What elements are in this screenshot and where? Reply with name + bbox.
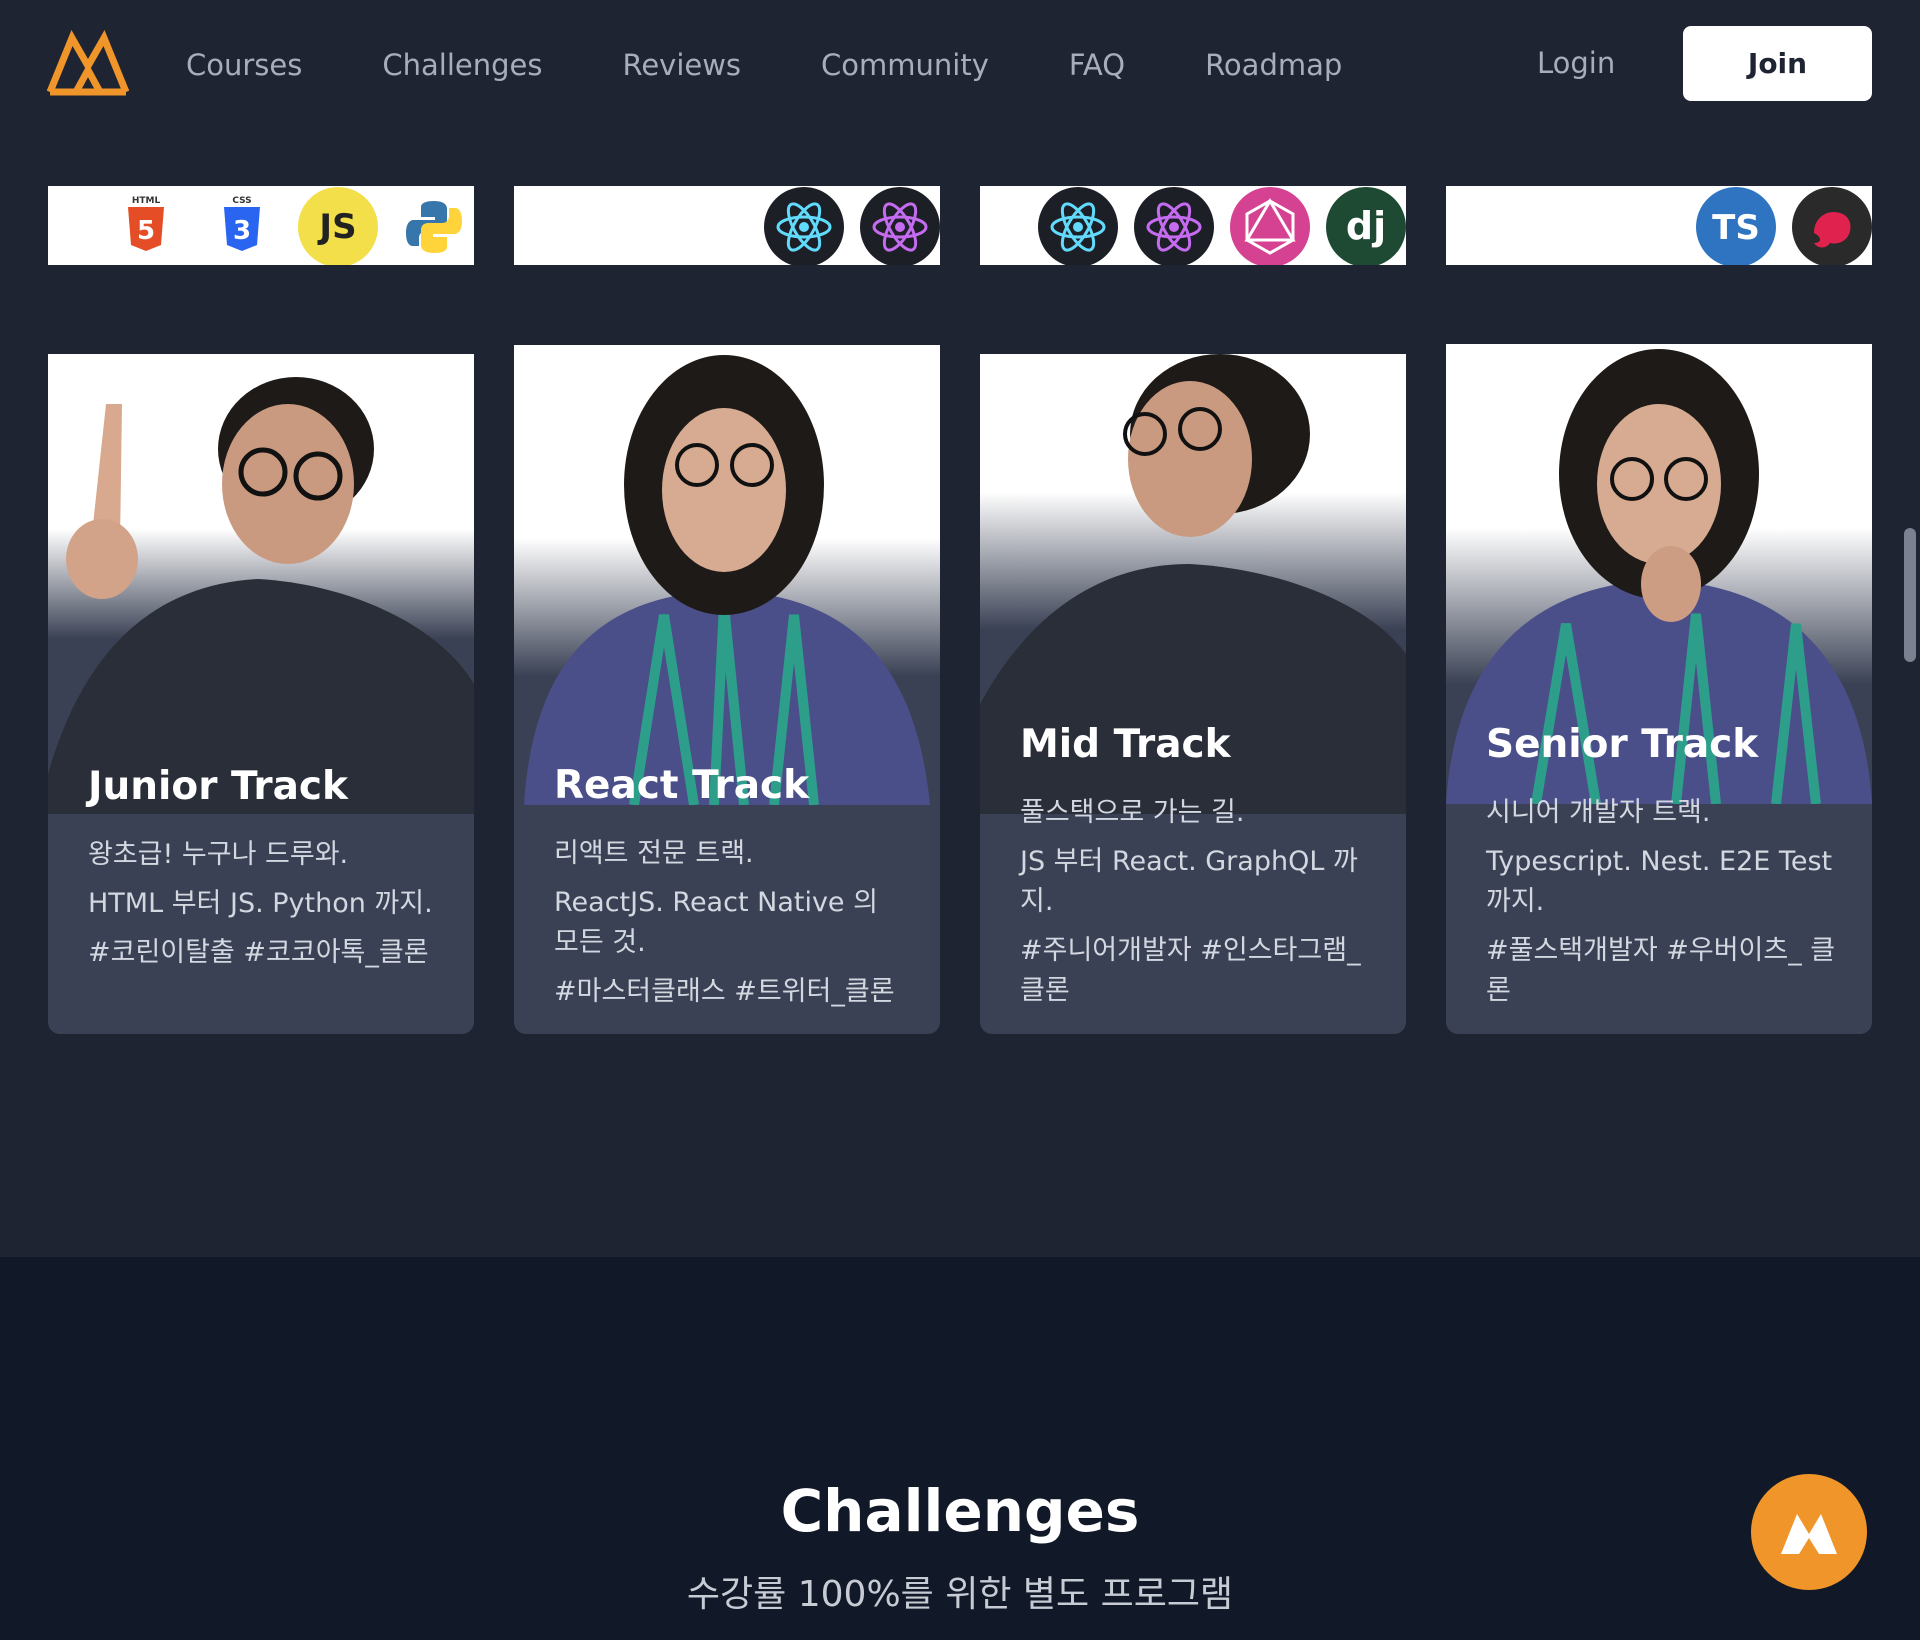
graphql-icon xyxy=(1230,187,1310,265)
track-desc-line: HTML 부터 JS. Python 까지. xyxy=(88,888,433,919)
track-desc-line: 시니어 개발자 트랙. xyxy=(1486,797,1711,828)
track-title: React Track xyxy=(554,763,810,808)
nav-courses[interactable]: Courses xyxy=(186,48,302,82)
join-button[interactable]: Join xyxy=(1683,26,1872,101)
track-hashtags: #코린이탈출 #코코아톡_클론 xyxy=(88,937,429,968)
tech-icon-bar: HTML 5 CSS 3 JS xyxy=(48,186,474,265)
react-native-icon xyxy=(860,187,940,265)
svg-text:3: 3 xyxy=(233,216,251,246)
track-text: Senior Track 시니어 개발자 트랙. Typescript. Nes… xyxy=(1486,722,1836,1020)
track-hashtags: #주니어개발자 #인스타그램_ 클론 xyxy=(1020,935,1361,1006)
track-hashtags: #풀스택개발자 #우버이츠_ 클론 xyxy=(1486,935,1836,1006)
tech-icon-bar: TS xyxy=(1446,186,1872,265)
svg-text:TS: TS xyxy=(1712,208,1760,248)
track-desc-line: ReactJS. React Native 의 모든 것. xyxy=(554,887,878,958)
tech-icon-bar: dj xyxy=(980,186,1406,265)
svg-text:dj: dj xyxy=(1346,204,1386,248)
page-scrollbar[interactable] xyxy=(1904,528,1916,662)
track-card-junior[interactable]: Junior Track 왕초급! 누구나 드루와. HTML 부터 JS. P… xyxy=(48,354,474,1034)
section-subtitle: 수강률 100%를 위한 별도 프로그램 xyxy=(686,1574,1234,1615)
typescript-icon: TS xyxy=(1696,187,1776,265)
svg-text:5: 5 xyxy=(137,216,155,246)
javascript-icon: JS xyxy=(298,187,378,265)
challenges-section: Challenges 수강률 100%를 위한 별도 프로그램 xyxy=(0,1257,1920,1640)
django-icon: dj xyxy=(1326,187,1406,265)
top-navbar: Courses Challenges Reviews Community FAQ… xyxy=(0,0,1920,128)
react-icon xyxy=(764,187,844,265)
instructor-photo xyxy=(48,354,474,814)
track-desc-line: 왕초급! 누구나 드루와. xyxy=(88,839,349,870)
track-hashtags: #마스터클래스 #트위터_클론 xyxy=(554,976,895,1007)
react-native-icon xyxy=(1134,187,1214,265)
track-title: Junior Track xyxy=(88,764,348,809)
nav-roadmap[interactable]: Roadmap xyxy=(1205,48,1342,82)
nav-reviews[interactable]: Reviews xyxy=(622,48,741,82)
nomad-logo-icon[interactable] xyxy=(46,30,130,96)
svg-text:JS: JS xyxy=(317,207,356,247)
svg-text:CSS: CSS xyxy=(232,196,251,206)
react-icon xyxy=(1038,187,1118,265)
track-title: Senior Track xyxy=(1486,722,1759,767)
tech-icon-bar xyxy=(514,186,940,265)
track-desc-line: Typescript. Nest. E2E Test 까지. xyxy=(1486,846,1833,917)
chat-widget-button[interactable] xyxy=(1751,1474,1867,1590)
login-link[interactable]: Login xyxy=(1537,46,1615,80)
nav-faq[interactable]: FAQ xyxy=(1069,48,1125,82)
track-card-react[interactable]: React Track 리액트 전문 트랙. ReactJS. React Na… xyxy=(514,345,940,1034)
main-nav: Courses Challenges Reviews Community FAQ… xyxy=(186,40,1422,90)
python-icon xyxy=(394,187,474,265)
nomad-logo-icon xyxy=(1781,1514,1837,1554)
nestjs-icon xyxy=(1792,187,1872,265)
css3-icon: CSS 3 xyxy=(202,187,282,265)
nav-challenges[interactable]: Challenges xyxy=(382,48,542,82)
track-text: React Track 리액트 전문 트랙. ReactJS. React Na… xyxy=(554,763,904,1021)
html5-icon: HTML 5 xyxy=(106,187,186,265)
svg-text:HTML: HTML xyxy=(132,196,161,206)
section-title: Challenges xyxy=(780,1477,1140,1545)
track-card-mid[interactable]: Mid Track 풀스택으로 가는 길. JS 부터 React. Graph… xyxy=(980,354,1406,1034)
track-card-senior[interactable]: Senior Track 시니어 개발자 트랙. Typescript. Nes… xyxy=(1446,344,1872,1034)
instructor-photo xyxy=(514,345,940,805)
track-desc-line: 풀스택으로 가는 길. xyxy=(1020,797,1245,828)
nav-community[interactable]: Community xyxy=(821,48,989,82)
track-text: Mid Track 풀스택으로 가는 길. JS 부터 React. Graph… xyxy=(1020,722,1370,1020)
track-text: Junior Track 왕초급! 누구나 드루와. HTML 부터 JS. P… xyxy=(88,764,438,982)
track-title: Mid Track xyxy=(1020,722,1231,767)
track-desc-line: JS 부터 React. GraphQL 까지. xyxy=(1020,846,1358,917)
track-desc-line: 리액트 전문 트랙. xyxy=(554,838,754,869)
